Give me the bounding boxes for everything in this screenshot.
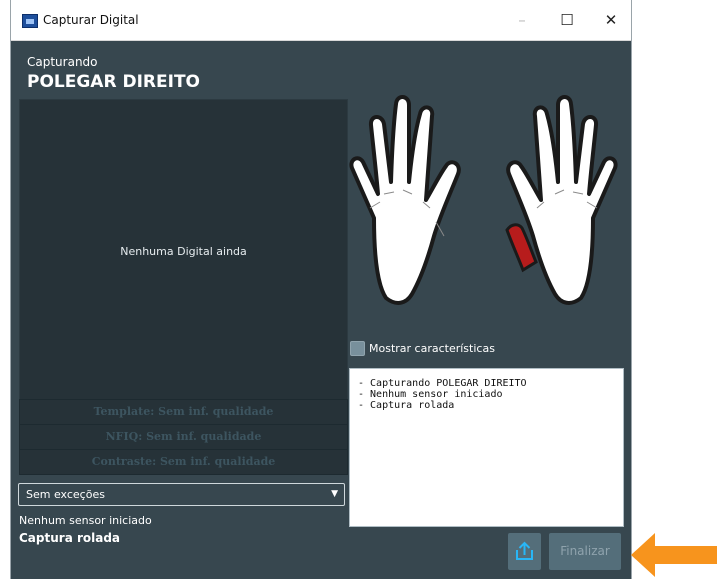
capture-window: Capturar Digital – ☐ ✕ Capturando POLEGA… bbox=[10, 0, 632, 579]
log-line: - Nenhum sensor iniciado bbox=[358, 389, 503, 400]
log-line: - Capturando POLEGAR DIREITO bbox=[358, 378, 527, 389]
title-bar: Capturar Digital – ☐ ✕ bbox=[11, 0, 631, 41]
upload-icon bbox=[516, 541, 533, 560]
left-hand bbox=[349, 95, 461, 305]
close-button[interactable]: ✕ bbox=[596, 7, 626, 33]
log-line: - Captura rolada bbox=[358, 400, 455, 411]
capture-mode: Captura rolada bbox=[19, 531, 121, 545]
fingerprint-preview: Nenhuma Digital ainda bbox=[19, 99, 348, 401]
finalize-button[interactable]: Finalizar bbox=[549, 533, 621, 570]
window-title: Capturar Digital bbox=[43, 13, 139, 27]
show-features-label[interactable]: Mostrar características bbox=[369, 342, 495, 355]
contrast-quality: Contraste: Sem inf. qualidade bbox=[19, 449, 348, 475]
nfiq-quality: NFIQ: Sem inf. qualidade bbox=[19, 424, 348, 450]
chevron-down-icon: ▼ bbox=[331, 489, 338, 499]
upload-button[interactable] bbox=[508, 533, 541, 570]
exceptions-select-value: Sem exceções bbox=[26, 488, 105, 501]
show-features-checkbox[interactable] bbox=[350, 341, 365, 356]
maximize-button[interactable]: ☐ bbox=[552, 7, 582, 33]
exceptions-select[interactable]: Sem exceções ▼ bbox=[18, 483, 345, 506]
right-hand bbox=[506, 95, 618, 305]
no-fingerprint-message: Nenhuma Digital ainda bbox=[120, 245, 247, 258]
hands-diagram bbox=[349, 95, 618, 305]
sensor-status: Nenhum sensor iniciado bbox=[19, 514, 152, 527]
minimize-button[interactable]: – bbox=[507, 7, 537, 33]
capturing-finger-title: POLEGAR DIREITO bbox=[27, 72, 200, 92]
template-quality: Template: Sem inf. qualidade bbox=[19, 399, 348, 425]
app-icon bbox=[22, 14, 38, 28]
capture-log: - Capturando POLEGAR DIREITO - Nenhum se… bbox=[349, 368, 624, 527]
capturing-label: Capturando bbox=[27, 55, 98, 69]
annotation-arrow-icon bbox=[631, 533, 717, 577]
